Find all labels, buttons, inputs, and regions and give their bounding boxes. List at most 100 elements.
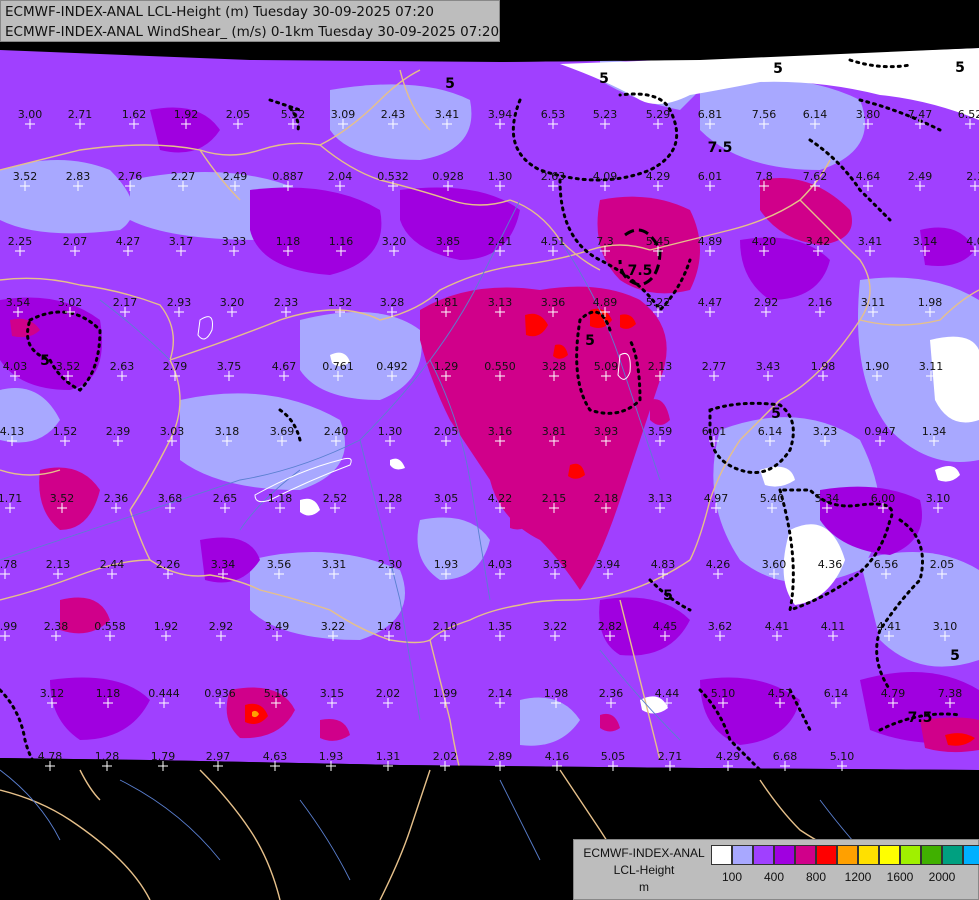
station-value: 5.05	[601, 750, 626, 763]
station-value: 6.01	[702, 425, 727, 438]
station-value: 3.31	[322, 558, 347, 571]
legend-swatch	[879, 845, 900, 865]
station-value: 4.79	[881, 687, 906, 700]
station-value: 3.85	[436, 235, 461, 248]
station-value: 0.936	[204, 687, 236, 700]
station-value: 4.26	[706, 558, 731, 571]
station-value: 3.22	[321, 620, 346, 633]
station-value: 3.05	[434, 492, 459, 505]
legend-model: ECMWF-INDEX-ANAL	[583, 846, 705, 860]
station-value: 2.18	[594, 492, 619, 505]
station-value: 3.11	[861, 296, 886, 309]
station-value: 0.550	[484, 360, 516, 373]
station-value: 3.54	[6, 296, 31, 309]
station-value: 2.25	[8, 235, 33, 248]
legend-ticks: 100 400 800 1200 1600 2000	[711, 870, 971, 890]
station-value: 4.67	[272, 360, 297, 373]
station-value: 2.36	[104, 492, 129, 505]
station-value: 3.10	[933, 620, 958, 633]
legend-tick: 400	[763, 870, 785, 884]
station-value: 6.81	[698, 108, 723, 121]
contour-label: 5	[599, 71, 609, 87]
station-value: 4.89	[593, 296, 618, 309]
station-value: 2.89	[488, 750, 513, 763]
station-value: 1.35	[488, 620, 513, 633]
station-value: 2.04	[328, 170, 353, 183]
station-value: 3.12	[40, 687, 65, 700]
station-value: 5.45	[646, 235, 671, 248]
station-value: 2.07	[63, 235, 88, 248]
station-value: 2.30	[378, 558, 403, 571]
station-value: 1.31	[376, 750, 401, 763]
station-value: 3.13	[648, 492, 673, 505]
station-value: 0.928	[432, 170, 464, 183]
station-value: 4.41	[877, 620, 902, 633]
station-value: 4.45	[653, 620, 678, 633]
station-value: 2.71	[658, 750, 683, 763]
station-value: 1.99	[0, 620, 17, 633]
station-value: 2.1	[966, 170, 979, 183]
legend-title: ECMWF-INDEX-ANAL LCL-Height m	[580, 845, 708, 896]
station-value: 3.20	[382, 235, 407, 248]
station-value: 4.29	[646, 170, 671, 183]
station-value: 2.71	[68, 108, 93, 121]
station-value: 2.49	[223, 170, 248, 183]
station-value: 2.02	[376, 687, 401, 700]
legend-tick: 100	[721, 870, 743, 884]
station-value: 5.10	[711, 687, 736, 700]
station-value: 6.14	[758, 425, 783, 438]
station-value: 2.05	[434, 425, 459, 438]
station-value: 5.52	[281, 108, 306, 121]
station-value: 2.39	[106, 425, 131, 438]
station-value: 2.92	[754, 296, 779, 309]
contour-label: 7.5	[908, 710, 933, 726]
station-value: 4.64	[856, 170, 881, 183]
station-value: 3.20	[220, 296, 245, 309]
legend-swatch	[795, 845, 816, 865]
station-value: 1.79	[151, 750, 176, 763]
station-value: 3.53	[543, 558, 568, 571]
station-value: 3.52	[50, 492, 75, 505]
station-value: 7.3	[596, 235, 614, 248]
station-value: 1.93	[434, 558, 459, 571]
station-value: 1.98	[918, 296, 943, 309]
station-value: 3.41	[435, 108, 460, 121]
title-line-lcl: ECMWF-INDEX-ANAL LCL-Height (m) Tuesday …	[5, 4, 434, 20]
station-value: 2.63	[110, 360, 135, 373]
station-value: 0.887	[272, 170, 304, 183]
station-value: 3.43	[756, 360, 781, 373]
legend-swatch	[963, 845, 979, 865]
station-value: 3.62	[708, 620, 733, 633]
contour-label: 5	[585, 333, 595, 349]
station-value: 2.41	[488, 235, 513, 248]
station-value: 2.79	[163, 360, 188, 373]
contour-label: 5	[40, 353, 50, 369]
contour-label: 5	[955, 60, 965, 76]
station-value: 2.92	[209, 620, 234, 633]
station-value: 2.76	[118, 170, 143, 183]
station-value: 4.44	[655, 687, 680, 700]
station-value: 4.97	[704, 492, 729, 505]
station-value: 5.09	[594, 360, 619, 373]
station-value: 1.16	[329, 235, 354, 248]
station-value: 7.8	[755, 170, 773, 183]
station-value: 4.36	[818, 558, 843, 571]
station-value: 6.00	[871, 492, 896, 505]
station-value: 2.10	[433, 620, 458, 633]
station-value: 4.63	[263, 750, 288, 763]
station-value: 3.11	[919, 360, 944, 373]
station-value: 5.40	[760, 492, 785, 505]
station-value: 1.92	[154, 620, 179, 633]
legend-swatch	[753, 845, 774, 865]
legend-swatch	[732, 845, 753, 865]
station-value: 1.98	[544, 687, 569, 700]
color-legend: ECMWF-INDEX-ANAL LCL-Height m 100 400 800 1…	[573, 839, 979, 900]
station-value: 4.78	[38, 750, 63, 763]
station-value: 4.29	[716, 750, 741, 763]
legend-swatch	[858, 845, 879, 865]
station-value: 2.65	[213, 492, 238, 505]
contour-label: 5	[773, 61, 783, 77]
station-value: 3.23	[813, 425, 838, 438]
station-value: 0.532	[377, 170, 409, 183]
station-value: 1.30	[378, 425, 403, 438]
